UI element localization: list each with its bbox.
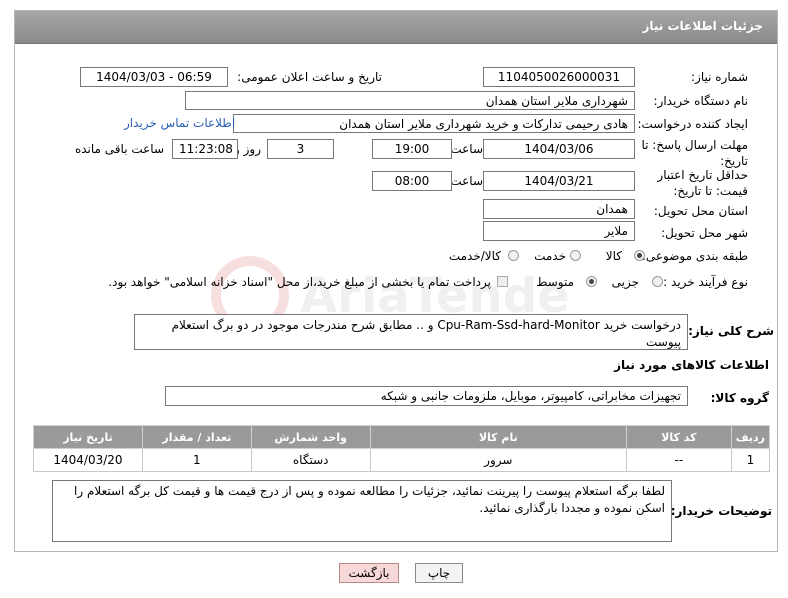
process-label: نوع فرآیند خرید : — [663, 275, 748, 289]
remaining-label: ساعت باقی مانده — [74, 142, 164, 156]
cell-date: 1404/03/20 — [33, 448, 143, 472]
min-validity-label: حداقل تاریخ اعتبار قیمت: تا تاریخ: — [657, 168, 748, 198]
cell-name: سرور — [369, 448, 628, 472]
deadline-time-field: 19:00 — [372, 139, 452, 159]
deadline-time-label: ساعت — [450, 142, 483, 156]
goods-table-header: ردیف کد کالا نام کالا واحد شمارش تعداد /… — [33, 425, 771, 449]
days-label: روز و — [234, 142, 261, 156]
panel-title: جزئیات اطلاعات نیاز — [642, 19, 763, 33]
deadline-label: مهلت ارسال پاسخ: تا تاریخ: — [641, 138, 748, 168]
cell-qty: 1 — [141, 448, 252, 472]
panel-header: جزئیات اطلاعات نیاز — [15, 11, 777, 44]
category-option-goods: کالا — [605, 249, 622, 263]
cell-row: 1 — [730, 448, 771, 472]
city-label: شهر محل تحویل: — [661, 226, 748, 240]
table-row: 1 -- سرور دستگاه 1 1404/03/20 — [33, 448, 771, 472]
validity-time-label: ساعت — [450, 174, 483, 188]
category-option-service: خدمت — [534, 249, 566, 263]
payment-note: پرداخت تمام یا بخشی از مبلغ خرید،از محل … — [108, 275, 491, 289]
col-qty: تعداد / مقدار — [141, 425, 252, 449]
buyer-notes-label: توضیحات خریدار: — [670, 504, 772, 518]
deadline-date-field: 1404/03/06 — [483, 139, 635, 159]
need-number-field: 1104050026000031 — [483, 67, 635, 87]
province-field: همدان — [483, 199, 635, 219]
cell-code: -- — [626, 448, 732, 472]
category-radio-service[interactable] — [570, 250, 581, 261]
summary-label: شرح کلی نیاز: — [688, 324, 774, 338]
category-label: طبقه بندی موضوعی: — [641, 249, 748, 263]
buyer-org-field: شهرداری ملایر استان همدان — [185, 91, 635, 110]
buyer-notes-textarea[interactable]: لطفا برگه استعلام پیوست را پیرینت نمائید… — [52, 480, 672, 542]
process-radio-medium[interactable] — [586, 276, 597, 287]
goods-table: ردیف کد کالا نام کالا واحد شمارش تعداد /… — [33, 425, 771, 472]
buyer-notes-text: لطفا برگه استعلام پیوست را پیرینت نمائید… — [74, 484, 665, 515]
creator-field: هادی رحیمی تدارکات و خرید شهرداری ملایر … — [233, 114, 635, 133]
summary-textarea[interactable]: درخواست خرید Cpu-Ram-Ssd-hard-Monitor و … — [134, 314, 688, 350]
category-radio-both[interactable] — [508, 250, 519, 261]
summary-text: درخواست خرید Cpu-Ram-Ssd-hard-Monitor و … — [171, 318, 681, 349]
creator-label: ایجاد کننده درخواست: — [637, 117, 748, 131]
goods-group-label: گروه کالا: — [710, 391, 769, 405]
buyer-org-label: نام دستگاه خریدار: — [653, 94, 749, 108]
buyer-contact-link[interactable]: اطلاعات تماس خریدار — [124, 116, 235, 130]
process-radio-minor[interactable] — [652, 276, 663, 287]
cell-unit: دستگاه — [250, 448, 371, 472]
category-radio-goods[interactable] — [634, 250, 645, 261]
process-option-minor: جزیی — [611, 275, 639, 289]
col-code: کد کالا — [626, 425, 732, 449]
city-field: ملایر — [483, 221, 635, 241]
process-option-medium: متوسط — [536, 275, 574, 289]
category-option-both: کالا/خدمت — [448, 249, 501, 263]
goods-group-field: تجهیزات مخابراتی، کامپیوتر، موبایل، ملزو… — [165, 386, 688, 406]
col-name: نام کالا — [369, 425, 628, 449]
validity-date-field: 1404/03/21 — [483, 171, 635, 191]
remaining-time-field: 11:23:08 — [172, 139, 238, 159]
announce-label: تاریخ و ساعت اعلان عمومی: — [237, 70, 382, 84]
days-field: 3 — [267, 139, 334, 159]
print-button[interactable]: چاپ — [415, 563, 463, 583]
announce-field: 1404/03/03 - 06:59 — [80, 67, 228, 87]
need-number-label: شماره نیاز: — [691, 70, 748, 84]
col-date: تاریخ نیاز — [33, 425, 143, 449]
col-row: ردیف — [730, 425, 771, 449]
back-button[interactable]: بازگشت — [339, 563, 399, 583]
validity-time-field: 08:00 — [372, 171, 452, 191]
payment-checkbox[interactable] — [497, 276, 508, 287]
province-label: استان محل تحویل: — [653, 204, 748, 218]
col-unit: واحد شمارش — [250, 425, 371, 449]
goods-section-title: اطلاعات کالاهای مورد نیاز — [614, 358, 769, 372]
